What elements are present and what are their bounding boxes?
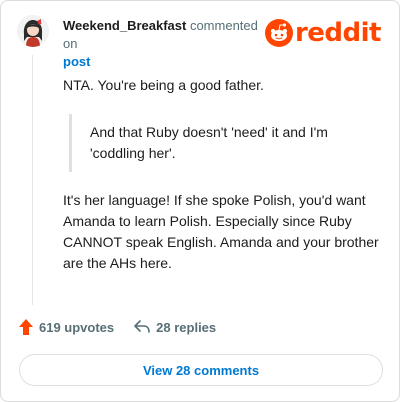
blockquote: And that Ruby doesn't 'need' it and I'm … [69,114,369,172]
avatar-icon [17,15,49,47]
upvote-arrow-icon [19,319,33,335]
view-comments-button[interactable]: View 28 comments [19,354,383,386]
username[interactable]: Weekend_Breakfast [63,18,186,33]
reddit-snoo-icon [264,19,293,47]
comment-header: Weekend_Breakfast commented on post [63,17,273,71]
comment-body: NTA. You're being a good father. And tha… [63,75,383,274]
replies-button[interactable]: 28 replies [134,320,216,335]
upvote-button[interactable]: 619 upvotes [19,319,114,335]
comment-paragraph: It's her language! If she spoke Polish, … [63,192,379,271]
reddit-logo[interactable]: reddit [264,18,382,48]
reply-count: 28 replies [156,319,217,335]
comment-card: Weekend_Breakfast commented on post redd… [0,0,400,402]
post-link[interactable]: post [63,54,90,69]
upvote-count: 619 upvotes [39,319,115,335]
thread-line[interactable] [32,55,33,305]
reply-arrow-icon [134,320,150,333]
comment-paragraph: NTA. You're being a good father. [63,77,264,93]
comment-actions: 619 upvotes 28 replies [19,319,216,335]
reddit-wordmark: reddit [294,18,382,48]
avatar[interactable] [17,15,49,47]
quote-text: And that Ruby doesn't 'need' it and I'm … [90,124,328,161]
